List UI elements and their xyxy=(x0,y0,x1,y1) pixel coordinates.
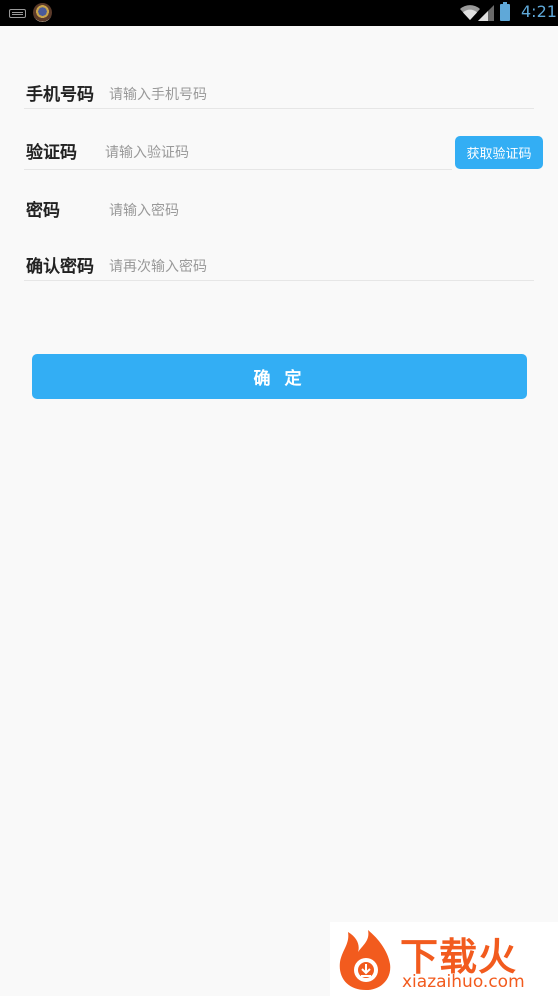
flame-logo-icon xyxy=(339,930,391,990)
status-bar: 4:21 xyxy=(0,0,558,26)
signal-icon xyxy=(478,5,494,21)
watermark-url: xiazaihuo.com xyxy=(402,972,525,992)
watermark: 下载火 xiazaihuo.com xyxy=(330,922,558,996)
code-input[interactable] xyxy=(105,139,445,167)
confirm-password-label: 确认密码 xyxy=(26,257,94,277)
code-divider xyxy=(24,169,452,170)
app-avatar-icon xyxy=(33,3,52,22)
confirm-password-input[interactable] xyxy=(109,253,529,281)
status-time: 4:21 xyxy=(521,2,557,21)
password-label: 密码 xyxy=(26,201,60,221)
phone-row: 手机号码 xyxy=(24,81,534,109)
confirm-button[interactable]: 确 定 xyxy=(32,354,527,399)
password-row: 密码 xyxy=(24,197,534,225)
battery-icon xyxy=(500,2,510,21)
keyboard-icon xyxy=(9,9,26,18)
code-label: 验证码 xyxy=(26,143,77,163)
password-input[interactable] xyxy=(109,197,529,225)
get-code-button[interactable]: 获取验证码 xyxy=(455,136,543,169)
confirm-password-row: 确认密码 xyxy=(24,253,534,281)
phone-label: 手机号码 xyxy=(26,85,94,105)
phone-input[interactable] xyxy=(109,81,529,109)
confirm-password-divider xyxy=(24,280,534,281)
code-row: 验证码 xyxy=(24,139,449,167)
phone-divider xyxy=(24,108,534,109)
